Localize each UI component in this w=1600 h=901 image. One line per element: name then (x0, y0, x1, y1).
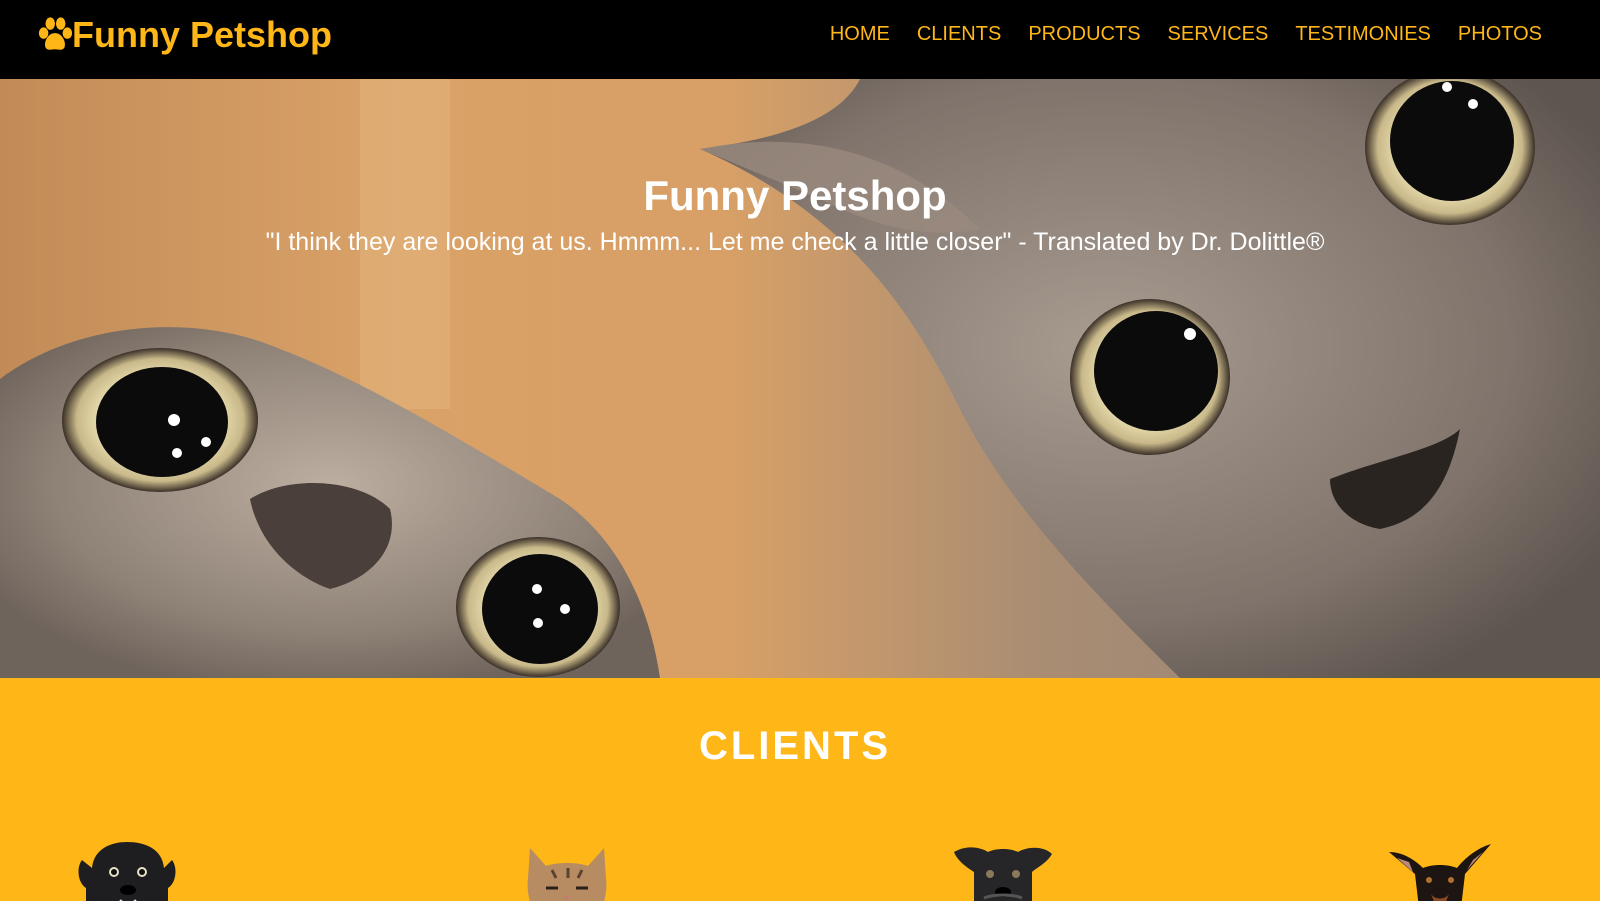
hero-quote: "I think they are looking at us. Hmmm...… (265, 228, 1325, 256)
brand-name: Funny Petshop (72, 14, 332, 55)
nav-item-home: HOME (830, 22, 890, 46)
nav-item-photos: PHOTOS (1458, 22, 1542, 46)
paw-icon (38, 17, 73, 50)
navbar: Funny Petshop HOME CLIENTS PRODUCTS SERV… (0, 0, 1600, 79)
nav-link-photos[interactable]: PHOTOS (1458, 23, 1542, 45)
nav-item-testimonies: TESTIMONIES (1295, 22, 1431, 46)
client-tabby-cat (512, 838, 622, 901)
clients-title: CLIENTS (698, 724, 892, 768)
hero-section: Funny Petshop "I think they are looking … (0, 79, 1600, 678)
nav-link-home[interactable]: HOME (830, 23, 890, 45)
nav-link-services[interactable]: SERVICES (1168, 23, 1269, 45)
brand-link[interactable]: Funny Petshop (36, 12, 332, 58)
tabby-cat-icon (527, 848, 607, 901)
clients-section: CLIENTS (0, 678, 1600, 901)
nav-link-products[interactable]: PRODUCTS (1028, 23, 1140, 45)
doberman-dog-icon (1389, 844, 1491, 901)
nav-item-clients: CLIENTS (917, 22, 1001, 46)
hero-title: Funny Petshop (643, 172, 947, 219)
dark-dog-icon (954, 847, 1052, 901)
nav-link-testimonies[interactable]: TESTIMONIES (1295, 23, 1431, 45)
client-dark-dog (948, 838, 1058, 901)
black-dog-icon (78, 842, 176, 901)
nav-link-clients[interactable]: CLIENTS (917, 23, 1001, 45)
hero-cats-image (0, 79, 1600, 678)
main-nav: HOME CLIENTS PRODUCTS SERVICES TESTIMONI… (803, 22, 1542, 46)
nav-item-products: PRODUCTS (1028, 22, 1140, 46)
nav-item-services: SERVICES (1168, 22, 1269, 46)
client-doberman-dog (1385, 838, 1495, 901)
client-black-dog (72, 838, 182, 901)
